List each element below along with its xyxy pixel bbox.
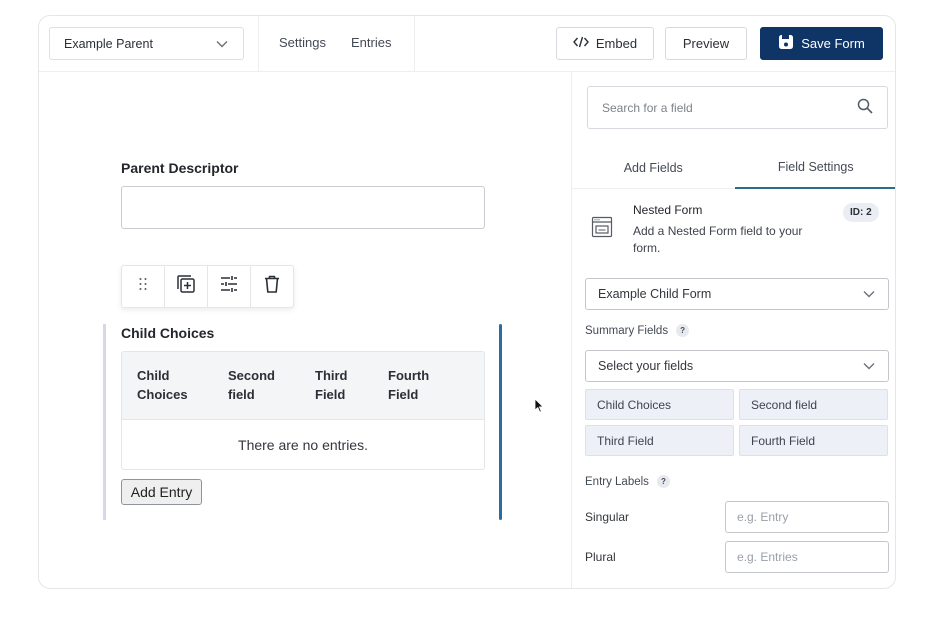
field-type-title: Nested Form (633, 203, 703, 217)
summary-field-chip[interactable]: Second field (739, 389, 888, 420)
column-header: Fourth Field (388, 366, 468, 404)
field-id-badge: ID: 2 (843, 203, 879, 222)
summary-fields-select[interactable]: Select your fields (585, 350, 889, 382)
singular-input[interactable]: e.g. Entry (725, 501, 889, 533)
child-form-value: Example Child Form (598, 287, 712, 301)
entry-labels-label: Entry Labels ? (585, 475, 670, 488)
field-type-description: Add a Nested Form field to your form. (633, 224, 803, 255)
settings-sliders-icon (219, 275, 239, 298)
nested-field-label: Child Choices (121, 325, 215, 341)
empty-entries-message: There are no entries. (238, 437, 368, 453)
nav-settings[interactable]: Settings (279, 35, 326, 50)
form-canvas: Parent Descriptor Child Choices Child Ch… (39, 72, 571, 588)
summary-fields-label: Summary Fields ? (585, 324, 690, 337)
summary-field-chip[interactable]: Fourth Field (739, 425, 888, 456)
mouse-cursor-icon (534, 398, 544, 418)
search-placeholder: Search for a field (602, 100, 693, 115)
field-search-input[interactable]: Search for a field (587, 86, 888, 129)
summary-field-chip[interactable]: Child Choices (585, 389, 734, 420)
column-header-line: field (228, 387, 255, 402)
column-header: Child Choices (137, 366, 217, 404)
plural-input[interactable]: e.g. Entries (725, 541, 889, 573)
summary-field-chip[interactable]: Third Field (585, 425, 734, 456)
nested-form-icon (591, 216, 613, 243)
drag-handle-button[interactable] (122, 266, 165, 307)
table-header: Child Choices Second field Third Field F… (122, 352, 484, 420)
duplicate-button[interactable] (165, 266, 208, 307)
save-form-button[interactable]: Save Form (760, 27, 883, 60)
summary-fields-text: Summary Fields (585, 324, 669, 337)
preview-label: Preview (682, 36, 730, 51)
embed-button[interactable]: Embed (556, 27, 654, 60)
floppy-disk-icon (778, 34, 794, 53)
duplicate-icon (175, 273, 197, 300)
drag-handle-icon (138, 276, 148, 297)
help-icon[interactable]: ? (676, 324, 690, 337)
nav-entries[interactable]: Entries (351, 35, 391, 50)
chevron-down-icon (862, 359, 876, 373)
save-form-label: Save Form (801, 36, 865, 51)
form-selector-dropdown[interactable]: Example Parent (49, 27, 244, 60)
summary-fields-placeholder: Select your fields (598, 359, 694, 373)
top-bar: Example Parent Settings Entries Embed Pr… (39, 16, 895, 72)
child-form-select[interactable]: Example Child Form (585, 278, 889, 310)
divider (414, 16, 415, 72)
trash-icon (263, 274, 281, 299)
settings-panel: Search for a field Add Fields Field Sett… (571, 72, 895, 588)
column-header: Second field (228, 366, 308, 404)
chevron-down-icon (862, 287, 876, 301)
code-icon (572, 36, 589, 51)
column-header-line: Second (228, 368, 275, 383)
parent-descriptor-input[interactable] (121, 186, 485, 229)
embed-label: Embed (595, 36, 638, 51)
column-header-line: Choices (137, 387, 188, 402)
column-header-line: Field (388, 387, 419, 402)
divider (258, 16, 259, 72)
help-icon[interactable]: ? (656, 475, 670, 488)
panel-tabs: Add Fields Field Settings (572, 146, 895, 189)
entry-labels-text: Entry Labels (585, 475, 649, 488)
column-header-line: Field (315, 387, 346, 402)
plural-label: Plural (585, 550, 616, 564)
form-selector-value: Example Parent (64, 36, 153, 51)
nested-entries-table: Child Choices Second field Third Field F… (121, 351, 485, 470)
parent-descriptor-label: Parent Descriptor (121, 160, 239, 176)
field-toolbar (121, 265, 294, 308)
field-settings-button[interactable] (208, 266, 251, 307)
singular-label: Singular (585, 510, 630, 524)
column-header: Third Field (315, 366, 395, 404)
column-header-line: Third (315, 368, 348, 383)
search-icon (857, 98, 873, 117)
chevron-down-icon (215, 37, 229, 51)
tab-field-settings[interactable]: Field Settings (734, 146, 895, 189)
column-header-line: Fourth (388, 368, 430, 383)
field-active-indicator (499, 324, 502, 520)
column-header-line: Child (137, 368, 170, 383)
add-entry-button[interactable]: Add Entry (121, 479, 202, 505)
tab-add-fields[interactable]: Add Fields (572, 146, 735, 189)
preview-button[interactable]: Preview (665, 27, 747, 60)
field-selection-indicator (103, 324, 106, 520)
delete-button[interactable] (251, 266, 293, 307)
form-editor-window: Example Parent Settings Entries Embed Pr… (38, 15, 896, 589)
